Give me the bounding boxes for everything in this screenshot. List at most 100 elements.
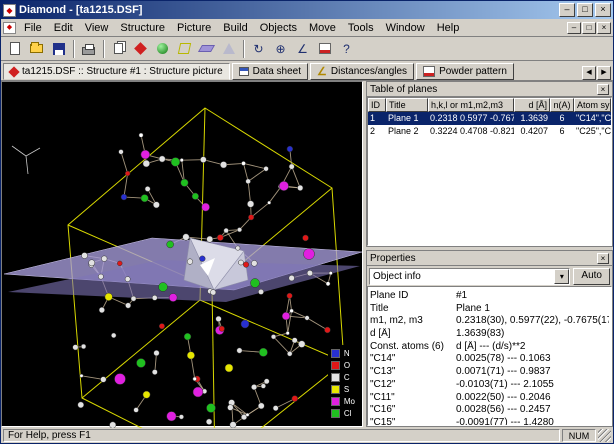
- plane-icon: [198, 45, 215, 52]
- atom-sphere-icon: [157, 43, 168, 54]
- legend-label: N: [344, 349, 350, 358]
- save-button[interactable]: [48, 39, 69, 59]
- property-value: 0.0025(78) --- 0.1063: [456, 353, 609, 366]
- column-header-n[interactable]: n(A): [550, 98, 574, 112]
- cell-d: 0.4207: [514, 125, 550, 138]
- close-button[interactable]: ×: [595, 3, 611, 17]
- polyhedra-button[interactable]: [218, 39, 239, 59]
- powder-button[interactable]: [314, 39, 335, 59]
- rotate-icon: ↻: [253, 43, 263, 55]
- new-button[interactable]: [4, 39, 25, 59]
- print-button[interactable]: [78, 39, 99, 59]
- column-header-d[interactable]: d [Å]: [514, 98, 550, 112]
- property-row: Plane ID#1: [370, 290, 609, 303]
- property-value: 0.2318(30), 0.5977(22), -0.7675(17): [456, 315, 609, 328]
- table-row-plane-2[interactable]: 2 Plane 2 0.3224 0.4708 -0.8212 0.4207 6…: [368, 125, 611, 138]
- copy-button[interactable]: [108, 39, 129, 59]
- angles-button[interactable]: ∠: [292, 39, 313, 59]
- structure-scene: [2, 82, 364, 428]
- mdi-minimize-button[interactable]: –: [567, 22, 581, 34]
- structure-viewport[interactable]: N O C S Mo Cl: [1, 81, 363, 427]
- panel-close-icon: ×: [601, 254, 606, 263]
- properties-panel-close-button[interactable]: ×: [597, 253, 609, 264]
- resize-grip[interactable]: [598, 429, 611, 442]
- property-value: -0.0091(77) --- 1.4280: [456, 417, 609, 426]
- help-button[interactable]: ?: [336, 39, 357, 59]
- rotate-button[interactable]: ↻: [248, 39, 269, 59]
- column-header-atoms[interactable]: Atom symbols: [574, 98, 611, 112]
- document-icon[interactable]: ◆: [3, 22, 16, 34]
- tab-structure-picture[interactable]: ta1215.DSF :: Structure #1 : Structure p…: [3, 63, 230, 80]
- menu-objects[interactable]: Objects: [254, 20, 303, 36]
- menu-window[interactable]: Window: [380, 20, 431, 36]
- unit-cell-button[interactable]: [174, 39, 195, 59]
- table-of-planes-panel: Table of planes × ID Title h,k,l or m1,m…: [366, 81, 613, 247]
- menu-tools[interactable]: Tools: [342, 20, 380, 36]
- object-info-value: Object info: [370, 271, 554, 282]
- app-icon: ◆: [3, 4, 16, 17]
- column-header-id[interactable]: ID: [368, 98, 386, 112]
- cell-n: 6: [550, 125, 574, 138]
- planes-panel-title: Table of planes: [370, 84, 597, 95]
- menu-structure[interactable]: Structure: [114, 20, 171, 36]
- property-key: m1, m2, m3: [370, 315, 456, 328]
- property-value: 1.3639(83): [456, 328, 609, 341]
- property-row: m1, m2, m30.2318(30), 0.5977(22), -0.767…: [370, 315, 609, 328]
- property-value: #1: [456, 290, 609, 303]
- legend-swatch-C: [331, 373, 340, 382]
- menu-picture[interactable]: Picture: [171, 20, 217, 36]
- planes-panel-close-button[interactable]: ×: [597, 84, 609, 95]
- window-title: Diamond - [ta1215.DSF]: [19, 4, 557, 16]
- legend-item: Cl: [331, 408, 355, 419]
- chevron-down-icon: ▾: [560, 272, 564, 281]
- tab-scroll-left-button[interactable]: ◀: [582, 66, 596, 80]
- table-row-plane-1[interactable]: 1 Plane 1 0.2318 0.5977 -0.7675 1.3639 6…: [368, 112, 611, 125]
- planes-table-header: ID Title h,k,l or m1,m2,m3 d [Å] n(A) At…: [368, 98, 611, 112]
- atoms-button[interactable]: [152, 39, 173, 59]
- properties-panel-title: Properties: [370, 253, 597, 264]
- move-button[interactable]: ⊕: [270, 39, 291, 59]
- structure-button[interactable]: [130, 39, 151, 59]
- properties-panel-header: Properties ×: [367, 251, 612, 266]
- minimize-button[interactable]: –: [559, 3, 575, 17]
- menu-file[interactable]: File: [18, 20, 48, 36]
- menu-build[interactable]: Build: [217, 20, 253, 36]
- mdi-restore-button[interactable]: □: [582, 22, 596, 34]
- close-icon: ×: [600, 4, 605, 14]
- property-key: Title: [370, 303, 456, 316]
- arrow-left-icon: ◀: [586, 69, 591, 76]
- cell-title: Plane 1: [386, 112, 428, 125]
- mdi-close-button[interactable]: ×: [597, 22, 611, 34]
- property-row: "C15"-0.0091(77) --- 1.4280: [370, 417, 609, 426]
- menu-edit[interactable]: Edit: [48, 20, 79, 36]
- diamond-logo-icon: ◆: [6, 6, 12, 15]
- tab-label: Powder pattern: [439, 66, 507, 77]
- maximize-button[interactable]: □: [577, 3, 593, 17]
- open-button[interactable]: [26, 39, 47, 59]
- mdi-close-icon: ×: [602, 23, 607, 32]
- column-header-title[interactable]: Title: [386, 98, 428, 112]
- save-floppy-icon: [53, 43, 65, 55]
- menu-view[interactable]: View: [79, 20, 115, 36]
- auto-button[interactable]: Auto: [573, 268, 610, 285]
- panel-close-icon: ×: [601, 85, 606, 94]
- tab-powder-pattern[interactable]: Powder pattern: [416, 63, 514, 80]
- column-header-hkl[interactable]: h,k,l or m1,m2,m3: [428, 98, 514, 112]
- menu-help[interactable]: Help: [431, 20, 466, 36]
- polyhedron-icon: [223, 43, 235, 54]
- toolbar-separator: [103, 40, 105, 58]
- legend-item: C: [331, 372, 355, 383]
- plane-button[interactable]: [196, 39, 217, 59]
- property-key: Plane ID: [370, 290, 456, 303]
- cell-atoms: "C14","C13...: [574, 112, 611, 125]
- menu-move[interactable]: Move: [303, 20, 342, 36]
- print-icon: [82, 47, 95, 55]
- tab-scroll-right-button[interactable]: ▶: [597, 66, 611, 80]
- tab-distances-angles[interactable]: ∠ Distances/angles: [310, 63, 414, 80]
- properties-list: Plane ID#1 TitlePlane 1 m1, m2, m30.2318…: [367, 286, 612, 426]
- legend-label: Mo: [344, 397, 355, 406]
- combo-dropdown-button[interactable]: ▾: [554, 269, 569, 284]
- tab-data-sheet[interactable]: Data sheet: [232, 63, 308, 80]
- maximize-icon: □: [582, 4, 587, 14]
- object-info-select[interactable]: Object info ▾: [369, 268, 570, 285]
